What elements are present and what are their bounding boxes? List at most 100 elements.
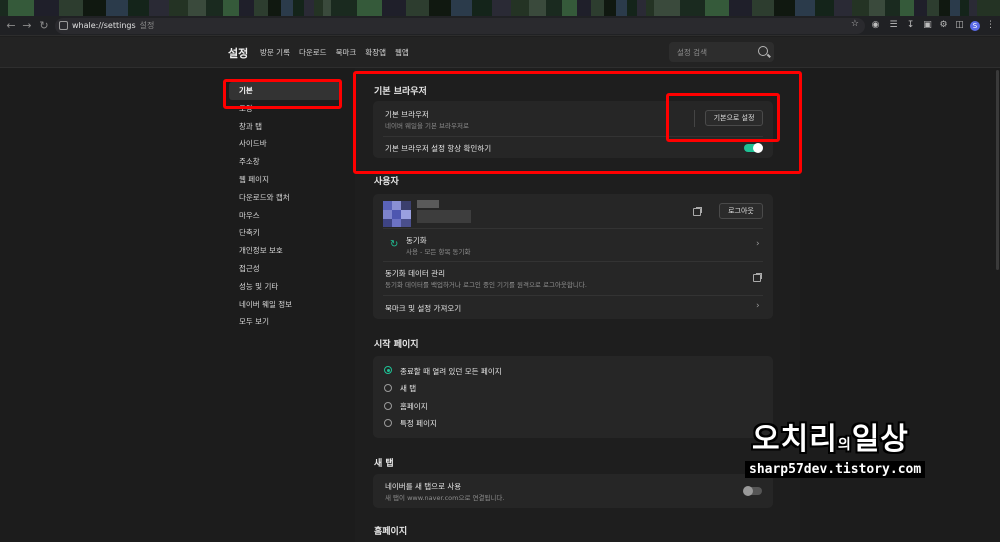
sidebar-item-windows-tabs[interactable]: 창과 탭 [229,118,341,136]
address-bar[interactable]: whale://settings 설정 ☆ [55,18,865,34]
divider [383,228,763,229]
toggle-knob [743,486,753,496]
tab-strip-pixel [960,0,969,16]
radio-start-homepage[interactable] [384,402,392,410]
header-link-history[interactable]: 방문 기록 [260,47,290,58]
sidebar-item-download-capture[interactable]: 다운로드와 캡처 [229,189,341,207]
tab-strip-pixel [128,0,149,16]
tab-strip-pixel [492,0,511,16]
radio-start-new-tab[interactable] [384,384,392,392]
tab-strip-pixel [885,0,900,16]
tab-strip-pixel [83,0,106,16]
tab-strip-pixel [815,0,834,16]
tab-strip-pixel [304,0,314,16]
tab-strip-pixel [59,0,83,16]
open-external-icon[interactable] [753,273,762,282]
menu-icon[interactable]: ⋮ [985,20,996,31]
sidebar-toggle-icon[interactable]: ◫ [954,20,965,31]
radio-start-restore[interactable] [384,366,392,374]
tab-strip-pixel [511,0,529,16]
tab-strip-pixel [293,0,304,16]
tab-strip-pixel [616,0,627,16]
sidebar-item-address-bar[interactable]: 주소창 [229,153,341,171]
logout-button[interactable]: 로그아웃 [719,203,763,219]
tab-strip-pixel [869,0,885,16]
profile-avatar[interactable]: S [970,21,980,31]
tab-strip-pixel [357,0,382,16]
user-email-blurred [417,210,471,223]
bookmark-star-icon[interactable]: ☆ [851,19,859,29]
tab-strip-pixel [927,0,939,16]
sync-data-sub: 동기화 데이터를 백업하거나 로그인 중인 기기를 원격으로 로그아웃합니다. [385,281,587,289]
section-title-user: 사용자 [374,177,399,187]
tab-strip-pixel [969,0,977,16]
tab-strip-pixel [705,0,729,16]
playlist-icon[interactable]: ☰ [888,20,899,31]
tab-strip-pixel [206,0,223,16]
chevron-right-icon[interactable]: › [756,239,760,249]
section-title-new-tab: 새 탭 [374,459,394,469]
header-link-bookmarks[interactable]: 북마크 [336,47,357,58]
capture-icon[interactable]: ▣ [922,20,933,31]
settings-search-input[interactable]: 설정 검색 [669,42,774,62]
header-links: 방문 기록 다운로드 북마크 확장앱 웹앱 [260,47,418,58]
header-link-webapps[interactable]: 웹앱 [395,47,409,58]
tab-strip-pixel [852,0,869,16]
user-card: 로그아웃 ↻ 동기화 사용 - 모든 항목 동기화 › 동기화 데이터 관리 동… [373,194,773,319]
settings-gear-icon[interactable]: ⚙ [938,20,949,31]
extension-icon[interactable]: ◉ [870,20,881,31]
tab-strip-pixel [950,0,960,16]
sync-icon: ↻ [390,239,399,250]
tab-strip-pixel [752,0,774,16]
scrollbar[interactable] [996,70,999,270]
tab-strip-pixel [34,0,59,16]
sidebar-item-mouse[interactable]: 마우스 [229,207,341,225]
new-tab-toggle[interactable] [743,486,762,496]
sidebar-item-accessibility[interactable]: 접근성 [229,260,341,278]
sidebar-nav: 기본 모양 창과 탭 사이드바 주소창 웹 페이지 다운로드와 캡처 마우스 단… [229,82,341,331]
tab-strip-pixel [268,0,281,16]
tab-strip-pixel [382,0,406,16]
tab-strip-pixel [281,0,293,16]
sidebar-item-shortcuts[interactable]: 단축키 [229,224,341,242]
tab-strip-pixel [680,0,705,16]
tab-strip-pixel [939,0,950,16]
highlight-set-default-button [666,93,780,142]
sidebar-item-privacy[interactable]: 개인정보 보호 [229,242,341,260]
section-title-homepage: 홈페이지 [374,527,408,537]
tab-strip-pixel [149,0,169,16]
tab-strip-pixel [637,0,646,16]
tab-strip-pixel [729,0,752,16]
tab-strip-pixel [8,0,34,16]
chevron-right-icon[interactable]: › [756,301,760,311]
sidebar-item-view-all[interactable]: 모두 보기 [229,313,341,331]
user-name-blurred [417,200,439,208]
radio-start-specific[interactable] [384,419,392,427]
tab-strip-pixel [914,0,927,16]
sidebar-item-about[interactable]: 네이버 웨일 정보 [229,296,341,314]
tab-strip-pixel [451,0,472,16]
download-icon[interactable]: ↧ [905,20,916,31]
user-avatar [383,201,411,227]
start-option-new-tab: 새 탭 [400,384,417,393]
header-link-downloads[interactable]: 다운로드 [299,47,327,58]
divider [383,261,763,262]
tab-strip-pixel [795,0,815,16]
divider [383,295,763,296]
tab-strip-pixel [834,0,852,16]
tab-strip-pixel [562,0,577,16]
back-icon[interactable]: ← [4,19,18,33]
sidebar-item-performance[interactable]: 성능 및 기타 [229,278,341,296]
sync-title: 동기화 [406,236,427,245]
new-tab-row-title: 네이버를 새 탭으로 사용 [385,482,462,491]
tab-strip-pixel [254,0,268,16]
import-label[interactable]: 북마크 및 설정 가져오기 [385,303,461,314]
sidebar-item-web-page[interactable]: 웹 페이지 [229,171,341,189]
open-external-icon[interactable] [693,207,702,216]
sidebar-item-sidebar[interactable]: 사이드바 [229,135,341,153]
forward-icon[interactable]: → [20,19,34,33]
tab-strip-pixel [0,0,8,16]
header-link-extensions[interactable]: 확장앱 [365,47,386,58]
tab-strip-pixel [429,0,451,16]
reload-icon[interactable]: ↻ [37,19,51,33]
